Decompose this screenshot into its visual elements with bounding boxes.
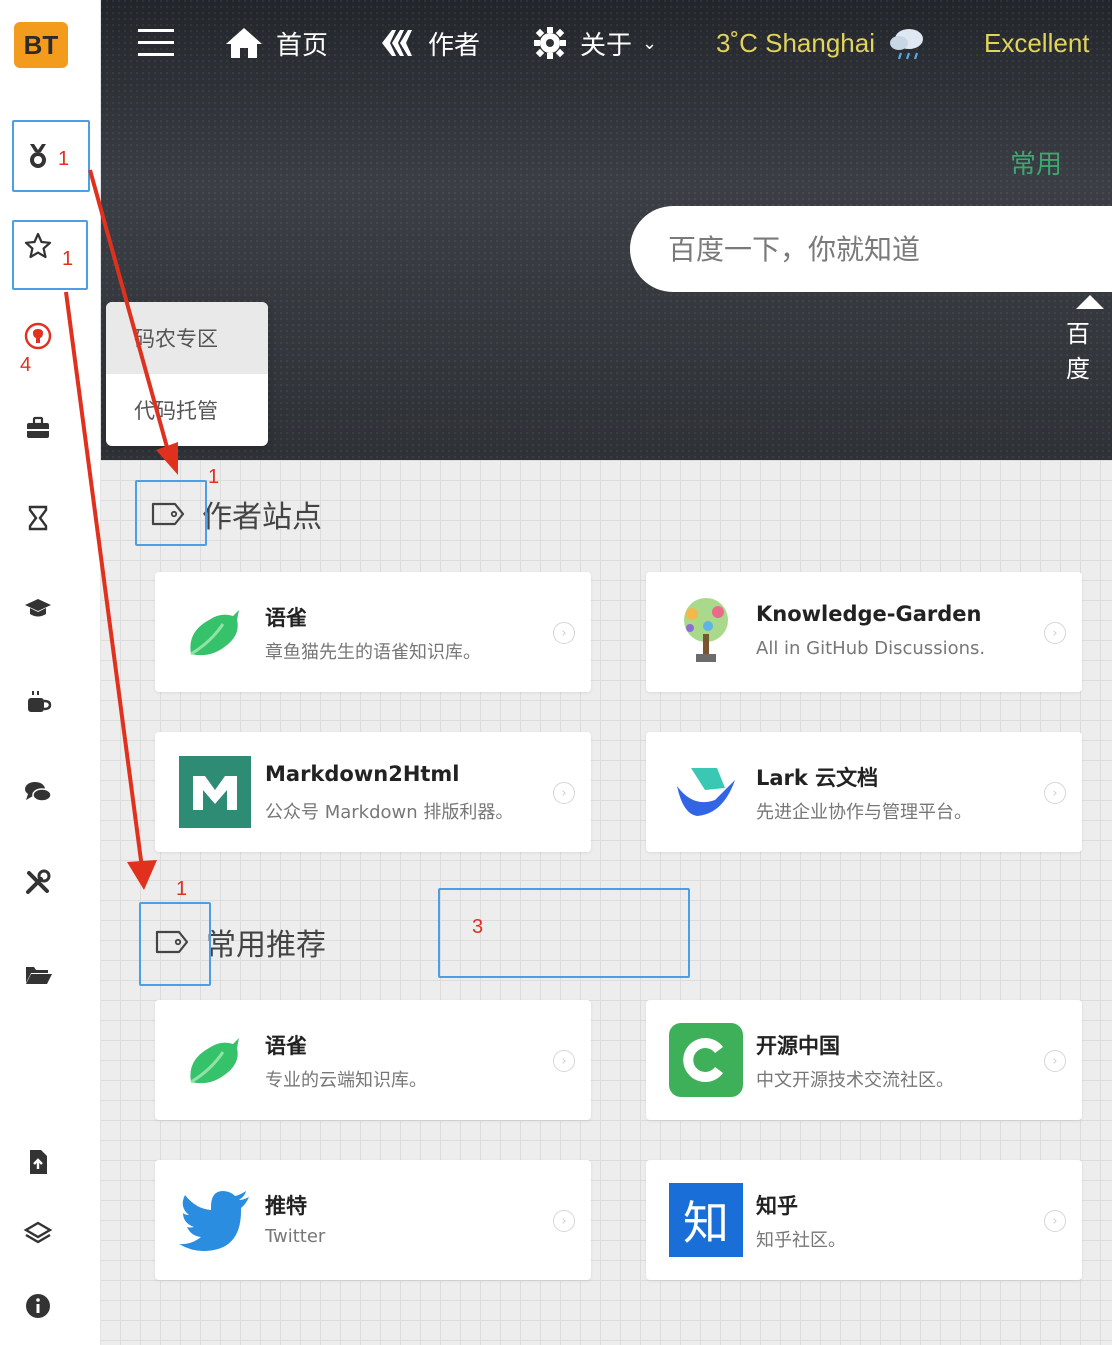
- gear-icon: [534, 27, 566, 59]
- card-title: 语雀: [265, 606, 307, 630]
- section-title: 常用推荐: [206, 928, 326, 963]
- coffee-icon[interactable]: [20, 684, 56, 720]
- section-title: 作者站点: [202, 500, 322, 535]
- github-icon[interactable]: [20, 318, 56, 354]
- nav-home-label: 首页: [276, 30, 329, 61]
- info-icon[interactable]: [20, 1288, 56, 1324]
- chevron-right-icon: ›: [1044, 622, 1066, 644]
- card-title: 知乎: [756, 1194, 798, 1218]
- nav-home[interactable]: 首页: [224, 22, 328, 64]
- knowledge-garden-logo: [668, 594, 744, 670]
- card-title: Knowledge-Garden: [756, 602, 982, 626]
- comments-icon[interactable]: [20, 774, 56, 810]
- lark-logo: [668, 754, 744, 830]
- nav-author-label: 作者: [428, 30, 481, 61]
- yuque-logo: [177, 594, 253, 670]
- search-input[interactable]: [666, 231, 1090, 267]
- card-desc: 中文开源技术交流社区。: [756, 1070, 954, 1091]
- card-desc: 章鱼猫先生的语雀知识库。: [265, 642, 481, 663]
- tools-icon[interactable]: [20, 864, 56, 900]
- card-desc: 公众号 Markdown 排版利器。: [265, 802, 514, 823]
- home-icon: [226, 28, 262, 58]
- site-card[interactable]: 推特 Twitter ›: [155, 1160, 591, 1280]
- sidebar: BT: [0, 0, 101, 1345]
- site-card[interactable]: 知 知乎 知乎社区。 ›: [646, 1160, 1082, 1280]
- weather-widget[interactable]: 3˚C Shanghai: [716, 22, 929, 64]
- oschina-logo: [668, 1022, 744, 1098]
- card-title: 语雀: [265, 1034, 307, 1058]
- card-desc: All in GitHub Discussions.: [756, 638, 986, 659]
- annotation-label: 1: [58, 148, 70, 170]
- tab-common[interactable]: 常用: [1010, 144, 1062, 181]
- zhihu-logo-text: 知: [669, 1183, 743, 1257]
- card-desc: 专业的云端知识库。: [265, 1070, 427, 1091]
- logo[interactable]: BT: [14, 22, 68, 68]
- graduation-cap-icon[interactable]: [20, 590, 56, 626]
- annotation-box-star: [12, 220, 88, 290]
- submenu-item-code-hosting[interactable]: 代码托管: [106, 374, 268, 446]
- search-engine-tab[interactable]: 百度: [1066, 314, 1112, 384]
- chevron-right-icon: ›: [553, 622, 575, 644]
- card-title: 开源中国: [756, 1034, 840, 1058]
- site-card[interactable]: Markdown2Html 公众号 Markdown 排版利器。 ›: [155, 732, 591, 852]
- nav-author[interactable]: 作者: [380, 22, 480, 64]
- card-title: Lark 云文档: [756, 766, 879, 790]
- nav-about-label: 关于: [580, 30, 633, 61]
- briefcase-icon[interactable]: [20, 410, 56, 446]
- card-title: Markdown2Html: [265, 762, 460, 786]
- github-submenu: 码农专区 代码托管: [106, 302, 268, 446]
- annotation-label: 1: [208, 466, 220, 488]
- zhihu-logo: 知: [668, 1182, 744, 1258]
- folder-open-icon[interactable]: [20, 956, 56, 992]
- file-upload-icon[interactable]: [20, 1144, 56, 1180]
- nav-about[interactable]: 关于 ⌄: [532, 22, 657, 64]
- site-card[interactable]: 语雀 专业的云端知识库。 ›: [155, 1000, 591, 1120]
- card-desc: 知乎社区。: [756, 1230, 846, 1251]
- annotation-box-section-1: [135, 480, 207, 546]
- weather-text: 3˚C Shanghai: [716, 27, 875, 58]
- site-card[interactable]: 开源中国 中文开源技术交流社区。 ›: [646, 1000, 1082, 1120]
- annotation-label: 3: [472, 916, 484, 938]
- menu-toggle[interactable]: [136, 22, 188, 64]
- chevron-right-icon: ›: [553, 782, 575, 804]
- layers-icon[interactable]: [20, 1216, 56, 1252]
- markdown2html-logo: [177, 754, 253, 830]
- chevron-down-icon: ⌄: [642, 32, 658, 54]
- cloud-rain-icon: [890, 29, 923, 60]
- site-card[interactable]: 语雀 章鱼猫先生的语雀知识库。 ›: [155, 572, 591, 692]
- twitter-logo: [177, 1182, 253, 1258]
- annotation-box-medal: [12, 120, 90, 192]
- card-title: 推特: [265, 1194, 307, 1218]
- hourglass-icon[interactable]: [20, 500, 56, 536]
- chevron-right-icon: ›: [1044, 1050, 1066, 1072]
- annotation-label: 4: [20, 354, 32, 376]
- author-icon: [382, 30, 412, 56]
- annotation-label: 1: [176, 878, 188, 900]
- site-card[interactable]: Lark 云文档 先进企业协作与管理平台。 ›: [646, 732, 1082, 852]
- chevron-right-icon: ›: [553, 1210, 575, 1232]
- air-quality: Excellent: [984, 27, 1090, 58]
- card-desc: Twitter: [265, 1226, 326, 1247]
- card-desc: 先进企业协作与管理平台。: [756, 802, 972, 823]
- site-card[interactable]: Knowledge-Garden All in GitHub Discussio…: [646, 572, 1082, 692]
- chevron-right-icon: ›: [553, 1050, 575, 1072]
- submenu-item-coders[interactable]: 码农专区: [106, 302, 268, 374]
- annotation-label: 1: [62, 248, 74, 270]
- engine-caret-icon: [1076, 295, 1104, 309]
- hamburger-icon: [138, 29, 174, 56]
- chevron-right-icon: ›: [1044, 782, 1066, 804]
- annotation-box-section-2: [139, 902, 211, 986]
- yuque-logo: [177, 1022, 253, 1098]
- chevron-right-icon: ›: [1044, 1210, 1066, 1232]
- search-box: [630, 206, 1112, 292]
